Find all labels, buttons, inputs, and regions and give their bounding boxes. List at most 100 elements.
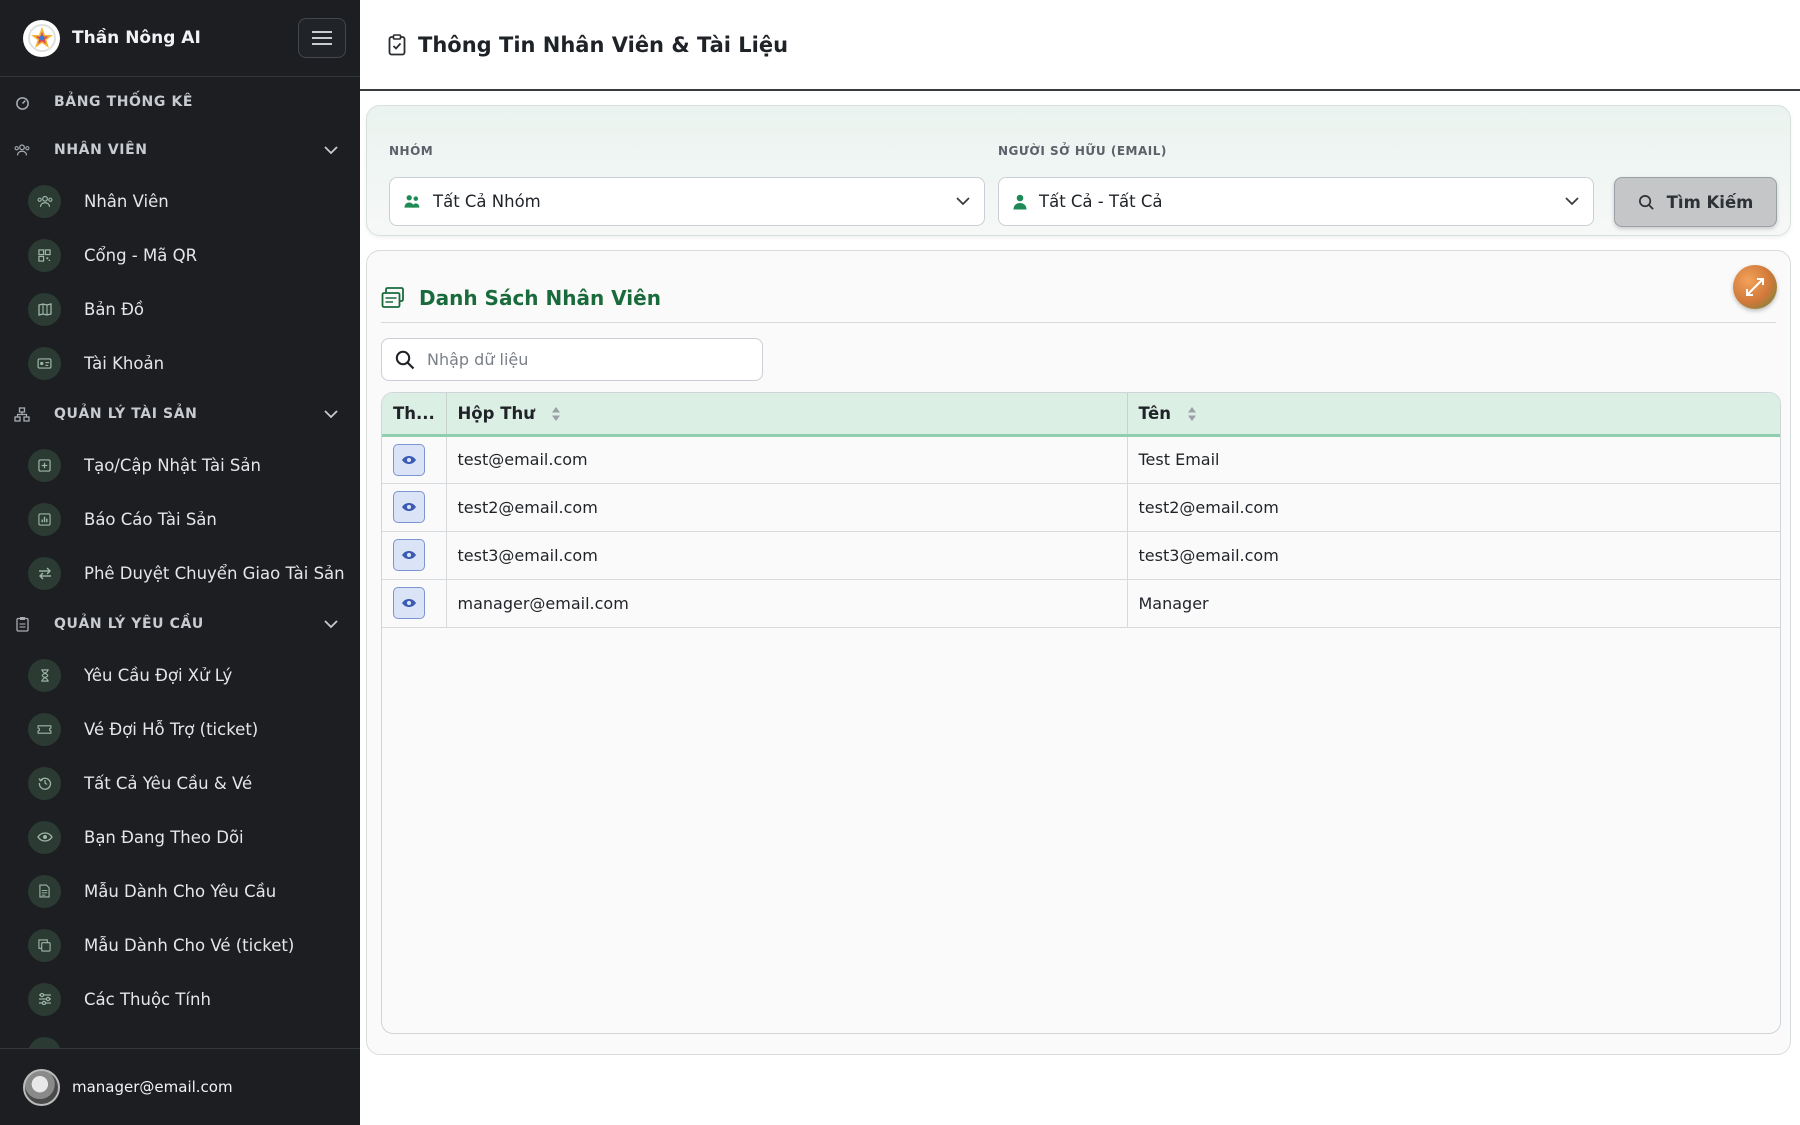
- table-cell-action: [382, 483, 447, 531]
- page-header: Thông Tin Nhân Viên & Tài Liệu: [360, 0, 1800, 91]
- sidebar-item-pending-tickets[interactable]: Vé Đợi Hỗ Trợ (ticket): [0, 702, 360, 756]
- view-button[interactable]: [393, 491, 425, 523]
- chevron-down-icon: [956, 197, 970, 206]
- group-select[interactable]: Tất Cả Nhóm: [389, 177, 985, 226]
- sidebar-item-label: Vé Đợi Hỗ Trợ (ticket): [84, 719, 259, 739]
- sort-icon[interactable]: [1187, 406, 1197, 422]
- search-button-label: Tìm Kiếm: [1666, 192, 1754, 212]
- sidebar-item-create-asset[interactable]: Tạo/Cập Nhật Tài Sản: [0, 438, 360, 492]
- eye-icon: [402, 551, 416, 559]
- sidebar-item-label: Mẫu Dành Cho Yêu Cầu: [84, 881, 277, 901]
- sidebar-item-ticket-templates[interactable]: Mẫu Dành Cho Vé (ticket): [0, 918, 360, 972]
- table-row: test3@email.com test3@email.com: [382, 531, 1780, 579]
- chevron-down-icon: [1565, 197, 1579, 206]
- users-icon: [404, 195, 420, 208]
- chevron-down-icon[interactable]: [322, 405, 340, 423]
- sidebar-item-request-templates[interactable]: Mẫu Dành Cho Yêu Cầu: [0, 864, 360, 918]
- sidebar-item-label: Các Thuộc Tính: [84, 989, 211, 1009]
- table-row: manager@email.com Manager: [382, 579, 1780, 627]
- sidebar-item-qr-gate[interactable]: Cổng - Mã QR: [0, 228, 360, 282]
- sidebar-section-assets[interactable]: QUẢN LÝ TÀI SẢN: [0, 390, 360, 438]
- copy-icon: [28, 928, 61, 962]
- sidebar-footer[interactable]: manager@email.com: [0, 1048, 360, 1125]
- sidebar-item-label: Bản Đồ: [84, 299, 145, 319]
- sidebar-section-requests[interactable]: QUẢN LÝ YÊU CẦU: [0, 600, 360, 648]
- plus-square-icon: [28, 448, 61, 482]
- eye-icon: [402, 599, 416, 607]
- column-header-label: Hộp Thư: [457, 403, 535, 423]
- owner-select-value: Tất Cả - Tất Cả: [1039, 192, 1163, 211]
- sidebar-item-label: Tài Khoản: [84, 353, 165, 373]
- column-header-label: Th...: [393, 403, 435, 423]
- sidebar-section-employees[interactable]: NHÂN VIÊN: [0, 126, 360, 174]
- transfer-icon: [28, 556, 61, 590]
- sidebar-item-label: Bạn Đang Theo Dõi: [84, 827, 244, 847]
- view-button[interactable]: [393, 587, 425, 619]
- group-filter-label: NHÓM: [389, 144, 434, 158]
- expand-icon: [1746, 278, 1764, 296]
- sidebar-section-label: QUẢN LÝ YÊU CẦU: [54, 616, 204, 632]
- column-header-name[interactable]: Tên: [1127, 393, 1780, 435]
- app-name: Thần Nông AI: [72, 28, 201, 48]
- sidebar-item-attributes[interactable]: Các Thuộc Tính: [0, 972, 360, 1026]
- table-search-box[interactable]: [381, 338, 763, 381]
- sidebar-item-label: Phê Duyệt Chuyển Giao Tài Sản: [84, 563, 345, 583]
- sidebar-section-dashboard[interactable]: BẢNG THỐNG KÊ: [0, 78, 360, 126]
- table-search-input[interactable]: [427, 350, 727, 369]
- eye-icon: [28, 820, 61, 854]
- view-button[interactable]: [393, 443, 425, 476]
- sort-icon[interactable]: [551, 406, 561, 422]
- column-header-mailbox[interactable]: Hộp Thư: [446, 393, 1128, 435]
- star-logo-icon: [27, 24, 56, 52]
- table-cell-name: Manager: [1138, 593, 1209, 613]
- table-cell-email: test2@email.com: [446, 483, 1128, 531]
- sidebar-item-asset-transfer[interactable]: Phê Duyệt Chuyển Giao Tài Sản: [0, 546, 360, 600]
- page-title: Thông Tin Nhân Viên & Tài Liệu: [418, 32, 789, 57]
- table-cell-name: Test Email: [1138, 450, 1220, 469]
- owner-filter-label: NGƯỜI SỞ HỮU (EMAIL): [998, 144, 1167, 158]
- chevron-down-icon[interactable]: [322, 141, 340, 159]
- sidebar-item-label: Nhân Viên: [84, 191, 169, 211]
- sidebar-item-account[interactable]: Tài Khoản: [0, 336, 360, 390]
- app-logo[interactable]: [23, 19, 60, 57]
- search-icon: [395, 350, 415, 369]
- chevron-down-icon[interactable]: [322, 615, 340, 633]
- eye-icon: [402, 455, 416, 464]
- user-icon: [1013, 194, 1027, 209]
- list-icon: [28, 1036, 61, 1048]
- table-cell-action: [382, 579, 447, 627]
- users-icon: [28, 184, 61, 218]
- table-cell-action: [382, 435, 447, 483]
- sidebar-item-following[interactable]: Bạn Đang Theo Dõi: [0, 810, 360, 864]
- history-icon: [28, 766, 61, 800]
- column-header-status[interactable]: Th...: [382, 393, 447, 435]
- sidebar-item-label: Yêu Cầu Đợi Xử Lý: [84, 665, 233, 685]
- group-select-value: Tất Cả Nhóm: [433, 192, 541, 211]
- sliders-icon: [28, 982, 61, 1016]
- sidebar-item-asset-report[interactable]: Báo Cáo Tài Sản: [0, 492, 360, 546]
- sidebar-item-pending-requests[interactable]: Yêu Cầu Đợi Xử Lý: [0, 648, 360, 702]
- view-button[interactable]: [393, 539, 425, 571]
- sidebar-section-label: BẢNG THỐNG KÊ: [54, 94, 194, 110]
- sidebar-item-label: Mẫu Dành Cho Vé (ticket): [84, 935, 295, 955]
- sidebar-item-employees[interactable]: Nhân Viên: [0, 174, 360, 228]
- employee-list-title: Danh Sách Nhân Viên: [419, 285, 661, 310]
- expand-button[interactable]: [1733, 265, 1777, 309]
- sidebar-item-map[interactable]: Bản Đồ: [0, 282, 360, 336]
- table-cell-name: test3@email.com: [1138, 545, 1279, 565]
- id-cards-icon: [381, 286, 404, 308]
- sidebar-item-all-requests[interactable]: Tất Cả Yêu Cầu & Vé: [0, 756, 360, 810]
- map-icon: [28, 292, 61, 326]
- sidebar-item-label: Tạo/Cập Nhật Tài Sản: [84, 455, 261, 475]
- sidebar-nav: BẢNG THỐNG KÊ NHÂN VIÊN Nhân Viên Cổng -…: [0, 78, 360, 1048]
- menu-toggle-button[interactable]: [298, 18, 346, 58]
- sidebar-item-partial[interactable]: [0, 1026, 360, 1048]
- avatar[interactable]: [23, 1068, 60, 1106]
- table-header-row: Th... Hộp Thư Tên: [382, 393, 1780, 435]
- table-row: test@email.com Test Email: [382, 435, 1780, 483]
- bar-chart-icon: [28, 502, 61, 536]
- id-card-icon: [28, 346, 61, 380]
- search-button[interactable]: Tìm Kiếm: [1614, 177, 1777, 227]
- owner-select[interactable]: Tất Cả - Tất Cả: [998, 177, 1594, 226]
- table-cell-email: test@email.com: [446, 435, 1128, 483]
